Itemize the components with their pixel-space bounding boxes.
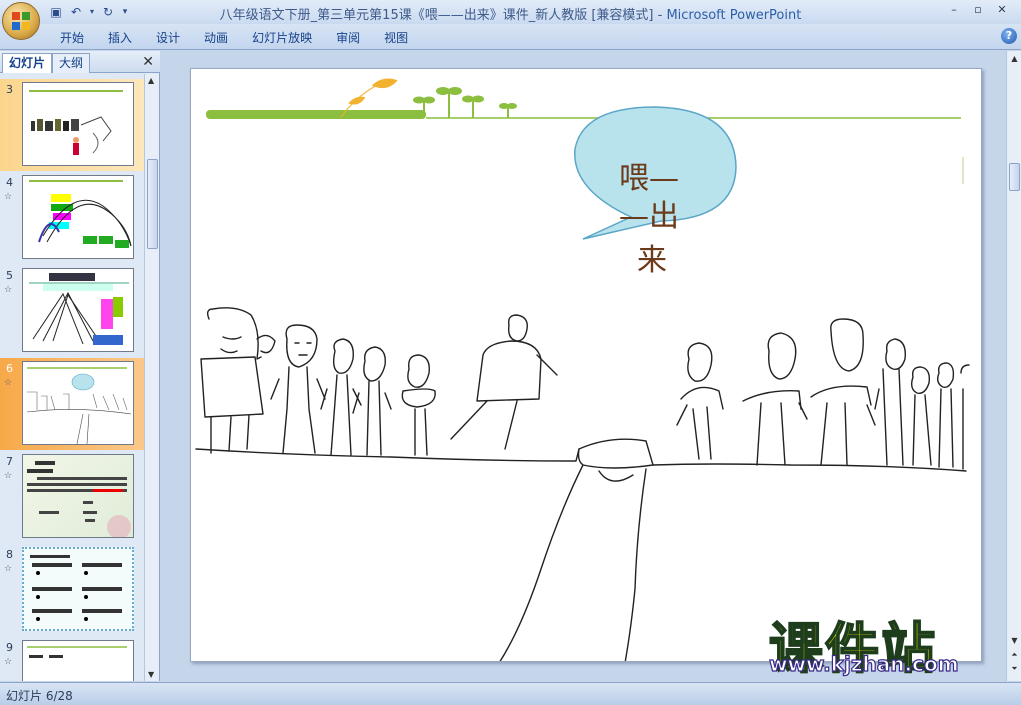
minimize-button[interactable]: – — [943, 2, 965, 18]
animation-star-icon: ☆ — [4, 378, 13, 388]
animation-star-icon: ☆ — [4, 564, 13, 574]
slide-thumbnail[interactable] — [22, 454, 134, 538]
slide-drawing — [195, 78, 970, 661]
slide-thumbnail[interactable] — [22, 82, 134, 166]
tab-review[interactable]: 审阅 — [324, 29, 372, 47]
scroll-up-icon[interactable]: ▲ — [148, 76, 154, 85]
window-title: 八年级语文下册_第三单元第15课《喂——出来》课件_新人教版 [兼容模式] - … — [0, 4, 1021, 23]
status-bar: 幻灯片 6/28 — [0, 682, 1021, 705]
tab-design[interactable]: 设计 — [144, 29, 192, 47]
slide-thumbnail-item[interactable]: 7 ☆ — [0, 451, 144, 543]
slide-thumbnail-item[interactable]: 5 ☆ — [0, 265, 144, 357]
slides-pane-scrollbar[interactable]: ▲ ▼ — [144, 74, 159, 681]
header-bar-decoration — [206, 110, 426, 119]
slide-thumbnail[interactable] — [22, 547, 134, 631]
close-pane-icon[interactable]: ✕ — [142, 54, 154, 70]
slide-editing-area: 喂— —出 来 ▲ ▼ ⏶ ⏷ — [161, 51, 1021, 681]
scroll-down-icon[interactable]: ▼ — [148, 670, 154, 679]
bubble-text-line-1: 喂— — [619, 161, 679, 196]
current-slide[interactable]: 喂— —出 来 — [190, 68, 982, 662]
scroll-down-icon[interactable]: ▼ — [1009, 635, 1020, 647]
next-slide-icon[interactable]: ⏷ — [1009, 663, 1020, 675]
slide-thumbnail-item[interactable]: 3 — [0, 79, 144, 171]
office-button[interactable] — [2, 2, 40, 40]
slide-number: 5 — [6, 269, 13, 282]
tab-slideshow[interactable]: 幻灯片放映 — [240, 29, 324, 47]
slide-count-status: 幻灯片 6/28 — [6, 689, 73, 703]
tab-animations[interactable]: 动画 — [192, 29, 240, 47]
title-bar: ▣ ↶ ▾ ↻ ▾ 八年级语文下册_第三单元第15课《喂——出来》课件_新人教版… — [0, 0, 1021, 24]
slides-pane: 幻灯片 大纲 ✕ 3 4 ☆ 5 ☆ 6 ☆ 7 ☆ 8 ☆ 9 ☆ ▲ ▼ — [0, 51, 160, 681]
animation-star-icon: ☆ — [4, 192, 13, 202]
app-name: Microsoft PowerPoint — [666, 8, 802, 23]
window-controls: – ▫ ✕ — [943, 2, 1013, 18]
tab-home[interactable]: 开始 — [48, 29, 96, 47]
ribbon: 开始 插入 设计 动画 幻灯片放映 审阅 视图 ? — [0, 24, 1021, 50]
slide-thumbnail-list: 3 4 ☆ 5 ☆ 6 ☆ 7 ☆ 8 ☆ 9 ☆ — [0, 74, 144, 681]
help-icon[interactable]: ? — [1001, 28, 1017, 44]
slide-thumbnail[interactable] — [22, 640, 134, 681]
slide-thumbnail[interactable] — [22, 175, 134, 259]
document-title: 八年级语文下册_第三单元第15课《喂——出来》课件_新人教版 [兼容模式] - — [219, 8, 667, 23]
slide-thumbnail-item[interactable]: 8 ☆ — [0, 544, 144, 636]
scrollbar-thumb[interactable] — [1009, 163, 1020, 191]
slide-scrollbar[interactable]: ▲ ▼ ⏶ ⏷ — [1006, 51, 1021, 681]
tab-view[interactable]: 视图 — [372, 29, 420, 47]
animation-star-icon: ☆ — [4, 285, 13, 295]
slide-thumbnail-item[interactable]: 4 ☆ — [0, 172, 144, 264]
site-watermark: 课件站 www.kjzhan.com — [759, 604, 999, 681]
tab-slides[interactable]: 幻灯片 — [2, 53, 53, 73]
tab-outline[interactable]: 大纲 — [52, 53, 91, 73]
maximize-button[interactable]: ▫ — [967, 2, 989, 18]
ribbon-tabs: 开始 插入 设计 动画 幻灯片放映 审阅 视图 — [48, 29, 420, 47]
scrollbar-thumb[interactable] — [147, 159, 158, 249]
sprout-decoration — [413, 87, 517, 118]
slide-number: 8 — [6, 548, 13, 561]
previous-slide-icon[interactable]: ⏶ — [1009, 649, 1020, 661]
slide-number: 4 — [6, 176, 13, 189]
animation-star-icon: ☆ — [4, 471, 13, 481]
slide-thumbnail[interactable] — [22, 268, 134, 352]
pane-tabs: 幻灯片 大纲 ✕ — [0, 51, 160, 73]
slide-number: 7 — [6, 455, 13, 468]
slide-number: 9 — [6, 641, 13, 654]
slide-thumbnail-item-current[interactable]: 6 ☆ — [0, 358, 144, 450]
office-logo-icon — [12, 12, 32, 32]
slide-number: 6 — [6, 362, 13, 375]
close-button[interactable]: ✕ — [991, 2, 1013, 18]
slide-thumbnail-item[interactable]: 9 ☆ — [0, 637, 144, 681]
animation-star-icon: ☆ — [4, 657, 13, 667]
watermark-url-text: www.kjzhan.com — [768, 651, 959, 676]
bubble-text-line-3: 来 — [637, 243, 667, 278]
slide-thumbnail[interactable] — [22, 361, 134, 445]
bubble-text-line-2: —出 — [619, 199, 679, 234]
scroll-up-icon[interactable]: ▲ — [1009, 53, 1020, 65]
slide-number: 3 — [6, 83, 13, 96]
tab-insert[interactable]: 插入 — [96, 29, 144, 47]
